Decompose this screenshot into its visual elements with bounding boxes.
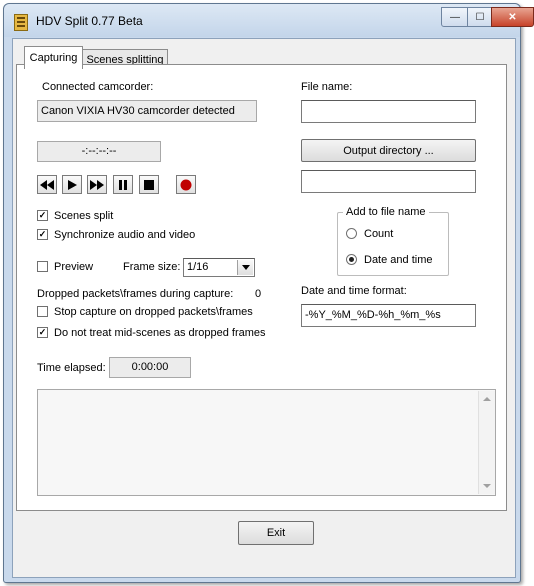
add-to-file-name-title: Add to file name xyxy=(343,206,429,218)
exit-button[interactable]: Exit xyxy=(238,521,314,545)
rewind-icon xyxy=(40,179,54,190)
preview-label: Preview xyxy=(54,261,94,273)
minimize-button[interactable]: — xyxy=(441,7,469,27)
dropped-frames-label: Dropped packets\frames during capture: xyxy=(37,288,234,300)
frame-size-select[interactable]: 1/16 xyxy=(183,258,255,277)
play-icon xyxy=(68,179,77,190)
timecode-display: -:--:--:-- xyxy=(37,141,161,162)
tab-capturing[interactable]: Capturing xyxy=(24,46,83,69)
add-to-file-name-group xyxy=(337,212,449,276)
date-time-radio[interactable] xyxy=(346,254,357,265)
dropdown-button[interactable] xyxy=(237,260,253,275)
maximize-button[interactable]: ☐ xyxy=(467,7,493,27)
close-button[interactable]: ✕ xyxy=(491,7,534,27)
scroll-up-icon[interactable] xyxy=(479,393,495,405)
title-bar[interactable]: HDV Split 0.77 Beta — ☐ ✕ xyxy=(4,4,534,37)
sync-av-checkbox[interactable]: ✓ xyxy=(37,229,48,240)
time-elapsed-value: 0:00:00 xyxy=(109,357,191,378)
log-scrollbar[interactable] xyxy=(478,391,495,494)
stop-on-dropped-label: Stop capture on dropped packets\frames xyxy=(54,306,253,318)
chevron-down-icon xyxy=(241,265,250,270)
play-button[interactable] xyxy=(62,175,82,194)
time-elapsed-label: Time elapsed: xyxy=(37,362,106,374)
pause-button[interactable] xyxy=(113,175,133,194)
date-time-format-label: Date and time format: xyxy=(301,285,407,297)
dropped-frames-count: 0 xyxy=(255,288,262,300)
scroll-down-icon[interactable] xyxy=(479,480,495,492)
mid-scenes-checkbox[interactable]: ✓ xyxy=(37,327,48,338)
sync-av-label: Synchronize audio and video xyxy=(54,229,196,241)
stop-on-dropped-checkbox[interactable] xyxy=(37,306,48,317)
date-time-radio-label: Date and time xyxy=(364,254,433,266)
frame-size-label: Frame size: xyxy=(123,261,181,273)
date-time-format-input[interactable]: -%Y_%M_%D-%h_%m_%s xyxy=(301,304,476,327)
fast-forward-button[interactable] xyxy=(87,175,107,194)
mid-scenes-label: Do not treat mid-scenes as dropped frame… xyxy=(54,327,266,339)
rewind-button[interactable] xyxy=(37,175,57,194)
camcorder-status-field: Canon VIXIA HV30 camcorder detected xyxy=(37,100,257,122)
record-icon xyxy=(180,179,192,190)
output-directory-button[interactable]: Output directory ... xyxy=(301,139,476,162)
pause-icon xyxy=(119,179,127,190)
capture-log-area[interactable] xyxy=(37,389,496,496)
stop-icon xyxy=(144,179,154,190)
file-name-label: File name: xyxy=(301,81,353,93)
frame-size-value: 1/16 xyxy=(187,261,209,273)
fast-forward-icon xyxy=(90,179,104,190)
window-title: HDV Split 0.77 Beta xyxy=(36,14,143,28)
preview-checkbox[interactable] xyxy=(37,261,48,272)
connected-camcorder-label: Connected camcorder: xyxy=(42,81,154,93)
record-button[interactable] xyxy=(176,175,196,194)
count-radio[interactable] xyxy=(346,228,357,239)
scenes-split-checkbox[interactable]: ✓ xyxy=(37,210,48,221)
output-directory-input[interactable] xyxy=(301,170,476,193)
file-name-input[interactable] xyxy=(301,100,476,123)
app-icon xyxy=(14,14,28,31)
count-radio-label: Count xyxy=(364,228,394,240)
scenes-split-label: Scenes split xyxy=(54,210,114,222)
stop-button[interactable] xyxy=(139,175,159,194)
